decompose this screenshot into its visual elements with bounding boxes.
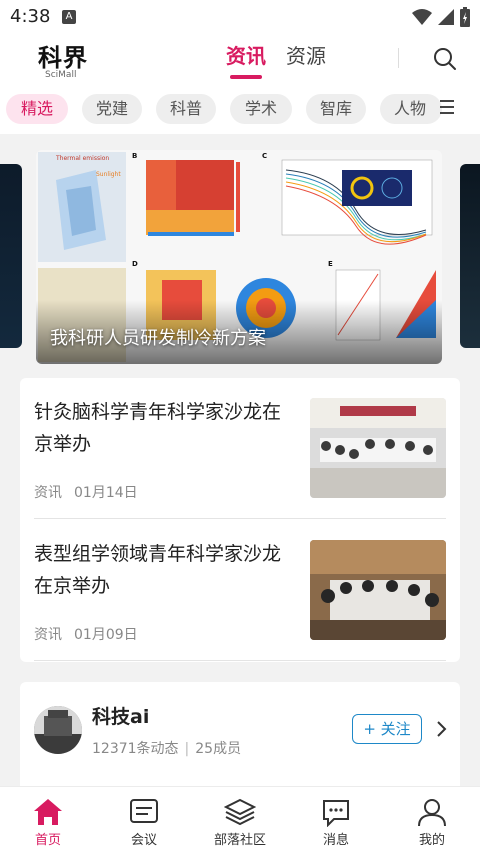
nav-messages-label: 消息 — [322, 833, 349, 848]
meeting-icon — [130, 799, 158, 823]
signal-icon — [438, 9, 454, 25]
divider — [34, 660, 446, 661]
news-item[interactable]: 针灸脑科学青年科学家沙龙在京举办 资讯 01月14日 — [34, 396, 446, 516]
carousel-next-card[interactable] — [460, 164, 480, 348]
follow-button[interactable]: + 关注 — [352, 714, 422, 744]
community-name[interactable]: 科技ai — [92, 702, 149, 729]
category-bar: 精选 党建 科普 学术 智库 人物 — [0, 86, 480, 134]
top-tabs: 资讯 资源 — [222, 40, 330, 79]
wifi-icon — [412, 9, 432, 25]
profile-icon — [418, 799, 446, 827]
news-thumbnail[interactable] — [310, 540, 446, 640]
search-icon[interactable] — [432, 46, 458, 72]
category-chip-featured[interactable]: 精选 — [6, 94, 68, 124]
news-date: 01月14日 — [74, 485, 138, 501]
news-source: 资讯 — [34, 627, 62, 643]
battery-icon — [460, 7, 470, 27]
nav-meetings-label: 会议 — [130, 833, 157, 848]
community-meta: 12371条动态 | 25成员 — [92, 738, 241, 758]
message-icon — [323, 800, 349, 827]
home-icon — [34, 799, 62, 825]
news-source: 资讯 — [34, 485, 62, 501]
layers-icon — [224, 798, 256, 826]
svg-text:Thermal emission: Thermal emission — [55, 155, 109, 162]
category-chip-science[interactable]: 科普 — [156, 94, 216, 124]
nav-community[interactable]: 部落社区 — [200, 797, 280, 848]
news-meta: 资讯 01月09日 — [34, 624, 138, 644]
svg-text:E: E — [328, 260, 333, 268]
news-title[interactable]: 表型组学领域青年科学家沙龙在京举办 — [34, 538, 296, 602]
news-date: 01月09日 — [74, 627, 138, 643]
news-meta: 资讯 01月14日 — [34, 482, 138, 502]
nav-messages[interactable]: 消息 — [296, 797, 376, 848]
logo-text: 科界 — [38, 43, 88, 72]
header-divider — [398, 48, 399, 68]
nav-profile[interactable]: 我的 — [392, 797, 472, 848]
banner-carousel[interactable]: Thermal emission Sunlight B C D E 我科研人员研… — [0, 134, 480, 370]
nav-community-label: 部落社区 — [213, 833, 266, 848]
nav-profile-label: 我的 — [418, 833, 445, 848]
tab-resources[interactable]: 资源 — [282, 40, 330, 69]
news-list: 针灸脑科学青年科学家沙龙在京举办 资讯 01月14日 表型组学领域青年科学家沙龙在… — [20, 378, 460, 662]
news-title[interactable]: 针灸脑科学青年科学家沙龙在京举办 — [34, 396, 296, 460]
status-bar: 4:38 A — [0, 0, 480, 34]
status-time: 4:38 — [10, 6, 51, 27]
category-chip-academic[interactable]: 学术 — [230, 94, 292, 124]
svg-text:D: D — [132, 260, 138, 268]
notification-icon: A — [62, 10, 76, 24]
community-members: 25成员 — [195, 741, 242, 757]
category-chip-thinktank[interactable]: 智库 — [306, 94, 366, 124]
svg-text:Sunlight: Sunlight — [96, 171, 121, 178]
news-thumbnail[interactable] — [310, 398, 446, 498]
carousel-prev-card[interactable] — [0, 164, 22, 348]
category-chip-people[interactable]: 人物 — [380, 94, 442, 124]
banner-slide[interactable]: Thermal emission Sunlight B C D E 我科研人员研… — [36, 150, 442, 364]
news-item[interactable]: 表型组学领域青年科学家沙龙在京举办 资讯 01月09日 — [34, 538, 446, 648]
bottom-nav: 首页 会议 部落社区 消息 我的 — [0, 786, 480, 853]
logo-subtext: SciMall — [45, 70, 77, 80]
category-menu-icon[interactable] — [440, 100, 454, 116]
community-card[interactable]: 科技ai 12371条动态 | 25成员 + 关注 — [20, 682, 460, 792]
chevron-right-icon[interactable] — [434, 720, 448, 738]
svg-text:C: C — [262, 152, 267, 160]
nav-meetings[interactable]: 会议 — [104, 797, 184, 848]
svg-text:B: B — [132, 152, 137, 160]
app-header: 科界 SciMall 资讯 资源 — [0, 34, 480, 86]
divider — [34, 518, 446, 519]
banner-caption: 我科研人员研发制冷新方案 — [50, 328, 266, 349]
nav-home-label: 首页 — [34, 833, 61, 848]
tab-news[interactable]: 资讯 — [222, 40, 270, 79]
app-logo: 科界 SciMall — [38, 38, 98, 80]
community-avatar[interactable] — [34, 706, 82, 754]
meta-separator: | — [184, 741, 190, 757]
community-activity: 12371条动态 — [92, 741, 179, 757]
nav-home[interactable]: 首页 — [8, 797, 88, 848]
category-chip-party[interactable]: 党建 — [82, 94, 142, 124]
